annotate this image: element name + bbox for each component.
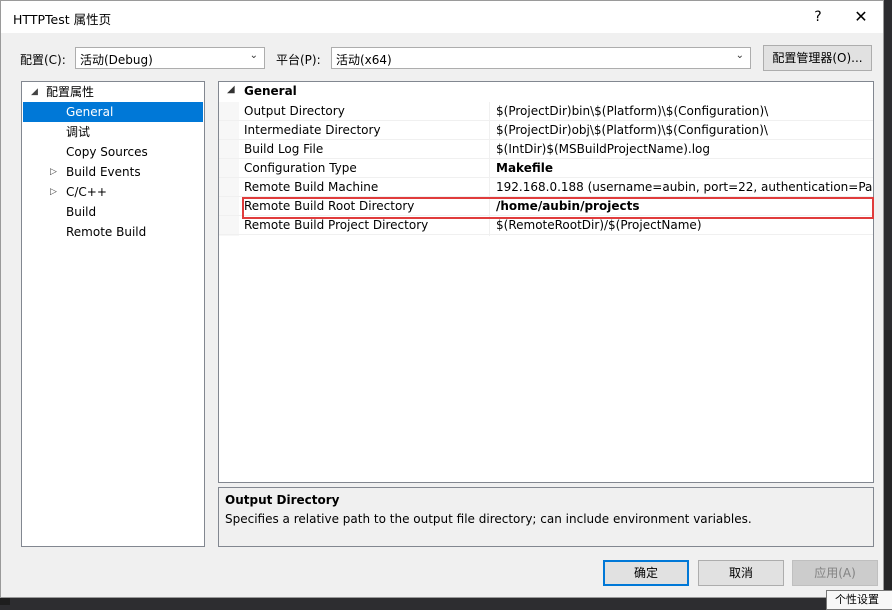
- tree-item-copy-sources[interactable]: Copy Sources: [66, 142, 148, 162]
- property-row-remote-build-root-directory[interactable]: Remote Build Root Directory /home/aubin/…: [219, 197, 873, 216]
- property-row-configuration-type[interactable]: Configuration Type Makefile: [219, 159, 873, 178]
- cancel-button[interactable]: 取消: [698, 560, 784, 586]
- collapse-triangle-icon[interactable]: ◢: [227, 84, 235, 95]
- property-name: Build Log File: [244, 142, 324, 156]
- property-value[interactable]: $(IntDir)$(MSBuildProjectName).log: [496, 142, 710, 156]
- title-bar: HTTPTest 属性页 ? ✕: [1, 1, 883, 33]
- property-name: Remote Build Root Directory: [244, 199, 415, 213]
- property-value[interactable]: 192.168.0.188 (username=aubin, port=22, …: [496, 180, 873, 194]
- property-value[interactable]: Makefile: [496, 161, 553, 175]
- tree-item-general[interactable]: General: [23, 102, 203, 122]
- tree-item-build-events[interactable]: Build Events: [66, 162, 141, 182]
- expand-triangle-icon[interactable]: ▷: [50, 187, 57, 197]
- property-tree: ◢ 配置属性 General 调试 Copy Sources ▷ Build E…: [21, 81, 205, 547]
- tree-item-debugging[interactable]: 调试: [66, 122, 90, 142]
- configuration-label: 配置(C):: [20, 53, 66, 67]
- property-row-intermediate-directory[interactable]: Intermediate Directory $(ProjectDir)obj\…: [219, 121, 873, 140]
- chevron-down-icon: ⌄: [249, 50, 258, 61]
- property-value[interactable]: $(RemoteRootDir)/$(ProjectName): [496, 218, 702, 232]
- category-label: General: [244, 84, 297, 98]
- configuration-dropdown[interactable]: 活动(Debug) ⌄: [75, 47, 265, 69]
- configuration-manager-button[interactable]: 配置管理器(O)...: [763, 45, 872, 71]
- property-name: Output Directory: [244, 104, 345, 118]
- category-row-general[interactable]: ◢ General: [219, 82, 873, 102]
- help-button[interactable]: ?: [807, 5, 829, 29]
- apply-button[interactable]: 应用(A): [792, 560, 878, 586]
- window-title: HTTPTest 属性页: [13, 12, 112, 27]
- tree-item-remote-build[interactable]: Remote Build: [66, 222, 146, 242]
- tree-root-configuration-properties[interactable]: 配置属性: [46, 82, 94, 102]
- property-grid: ◢ General Output Directory $(ProjectDir)…: [218, 81, 874, 483]
- platform-label: 平台(P):: [276, 53, 321, 67]
- expand-triangle-icon[interactable]: ▷: [50, 167, 57, 177]
- property-name: Remote Build Machine: [244, 180, 379, 194]
- property-name: Intermediate Directory: [244, 123, 381, 137]
- property-value[interactable]: $(ProjectDir)obj\$(Platform)\$(Configura…: [496, 123, 768, 137]
- property-row-remote-build-machine[interactable]: Remote Build Machine 192.168.0.188 (user…: [219, 178, 873, 197]
- description-title: Output Directory: [225, 493, 340, 507]
- close-button[interactable]: ✕: [847, 5, 875, 29]
- property-row-build-log-file[interactable]: Build Log File $(IntDir)$(MSBuildProject…: [219, 140, 873, 159]
- description-text: Specifies a relative path to the output …: [225, 512, 752, 526]
- property-pages-dialog: HTTPTest 属性页 ? ✕ 配置(C): 活动(Debug) ⌄ 平台(P…: [0, 0, 884, 598]
- background-editor-strip-right: [884, 330, 892, 605]
- platform-dropdown[interactable]: 活动(x64) ⌄: [331, 47, 751, 69]
- chevron-down-icon: ⌄: [735, 50, 744, 61]
- tree-item-c-cpp[interactable]: C/C++: [66, 182, 107, 202]
- property-name: Remote Build Project Directory: [244, 218, 429, 232]
- description-panel: Output Directory Specifies a relative pa…: [218, 487, 874, 547]
- collapse-triangle-icon[interactable]: ◢: [31, 87, 38, 97]
- tree-item-build[interactable]: Build: [66, 202, 96, 222]
- property-value[interactable]: $(ProjectDir)bin\$(Platform)\$(Configura…: [496, 104, 768, 118]
- property-name: Configuration Type: [244, 161, 357, 175]
- tooltip: 个性设置: [826, 590, 892, 610]
- platform-value: 活动(x64): [336, 53, 392, 67]
- property-value[interactable]: /home/aubin/projects: [496, 199, 639, 213]
- ok-button[interactable]: 确定: [603, 560, 689, 586]
- property-row-output-directory[interactable]: Output Directory $(ProjectDir)bin\$(Plat…: [219, 102, 873, 121]
- property-row-remote-build-project-directory[interactable]: Remote Build Project Directory $(RemoteR…: [219, 216, 873, 235]
- configuration-value: 活动(Debug): [80, 53, 153, 67]
